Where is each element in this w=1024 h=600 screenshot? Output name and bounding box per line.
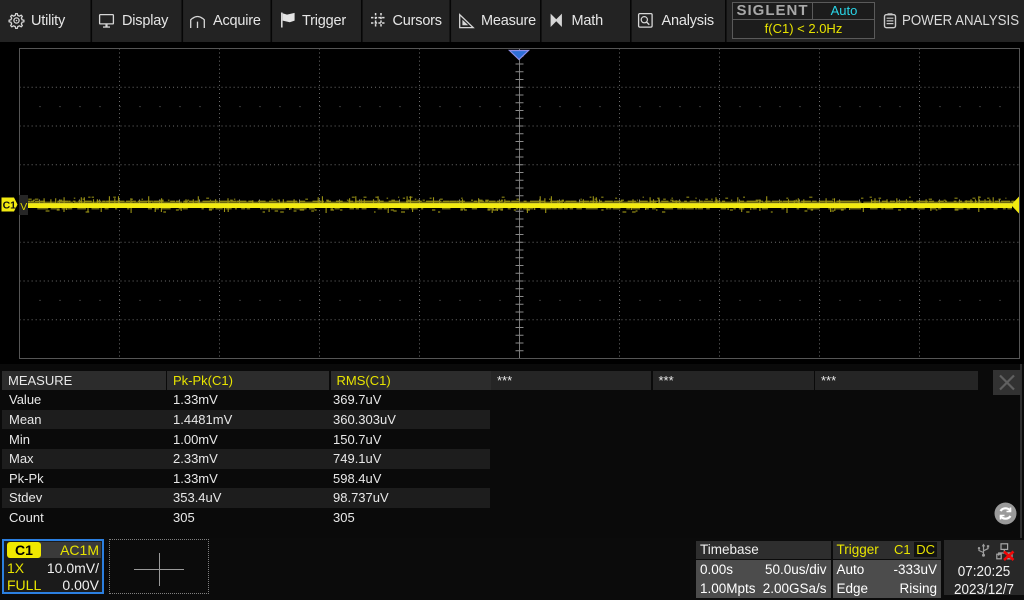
svg-text:V: V bbox=[20, 201, 27, 213]
svg-text:C1: C1 bbox=[3, 200, 17, 212]
